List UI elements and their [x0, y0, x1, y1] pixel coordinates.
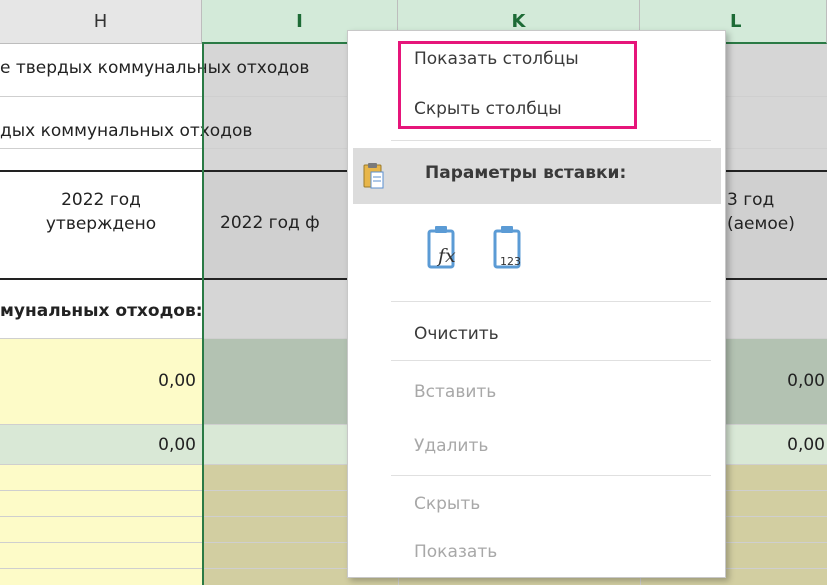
- menu-item-clear-label: Очистить: [414, 324, 499, 344]
- column-l-label: L: [730, 10, 742, 32]
- column-h-label: H: [93, 11, 108, 32]
- menu-item-show[interactable]: Показать: [348, 539, 725, 569]
- menu-item-hide-columns-label: Скрыть столбцы: [414, 99, 562, 119]
- cell-h2[interactable]: дых коммунальных отходов: [0, 116, 345, 146]
- cell-i3[interactable]: 2022 год ф: [220, 208, 348, 238]
- paste-values-button[interactable]: 123: [492, 223, 532, 271]
- cell-h3-line2: утверждено: [45, 214, 157, 234]
- cell-yellow-r7: [0, 464, 202, 585]
- menu-separator: [391, 301, 711, 302]
- context-menu: Показать столбцы Скрыть столбцы Параметр…: [347, 30, 726, 578]
- menu-item-hide-label: Скрыть: [414, 494, 481, 514]
- cell-h3-line1: 2022 год: [61, 190, 141, 210]
- cell-l5[interactable]: 0,00: [727, 366, 825, 396]
- menu-item-insert[interactable]: Вставить: [348, 379, 725, 409]
- menu-item-delete[interactable]: Удалить: [348, 433, 725, 463]
- paste-formulas-button[interactable]: fx: [426, 223, 460, 271]
- cell-l3-line2: (аемое): [727, 214, 795, 234]
- column-selection-border: [202, 44, 204, 585]
- cell-l3[interactable]: 3 год (аемое): [727, 188, 827, 258]
- menu-item-show-columns[interactable]: Показать столбцы: [348, 47, 725, 75]
- menu-separator: [391, 140, 711, 141]
- cell-h4[interactable]: мунальных отходов:: [0, 296, 345, 326]
- cell-h1[interactable]: е твердых коммунальных отходов: [0, 52, 345, 84]
- cell-h3[interactable]: 2022 год утверждено: [0, 188, 202, 258]
- menu-item-hide[interactable]: Скрыть: [348, 491, 725, 521]
- menu-item-insert-label: Вставить: [414, 382, 497, 402]
- paste-options-header: Параметры вставки:: [353, 148, 721, 204]
- menu-separator: [391, 360, 711, 361]
- menu-separator: [391, 475, 711, 476]
- menu-item-show-columns-label: Показать столбцы: [414, 49, 579, 69]
- cell-l6[interactable]: 0,00: [727, 430, 825, 460]
- menu-item-delete-label: Удалить: [414, 436, 489, 456]
- clipboard-icon: [361, 162, 385, 194]
- cell-h6[interactable]: 0,00: [0, 430, 196, 460]
- menu-item-show-label: Показать: [414, 542, 498, 562]
- cell-l3-line1: 3 год: [727, 190, 775, 210]
- column-i-label: I: [296, 10, 303, 32]
- column-k-label: K: [511, 10, 526, 32]
- cell-h5[interactable]: 0,00: [0, 366, 196, 396]
- paste-values-text: 123: [500, 255, 521, 268]
- menu-item-clear[interactable]: Очистить: [348, 321, 725, 351]
- paste-options-label: Параметры вставки:: [425, 163, 627, 183]
- menu-item-hide-columns[interactable]: Скрыть столбцы: [348, 97, 725, 125]
- paste-formulas-text: fx: [438, 245, 456, 267]
- column-header-h[interactable]: H: [0, 0, 202, 44]
